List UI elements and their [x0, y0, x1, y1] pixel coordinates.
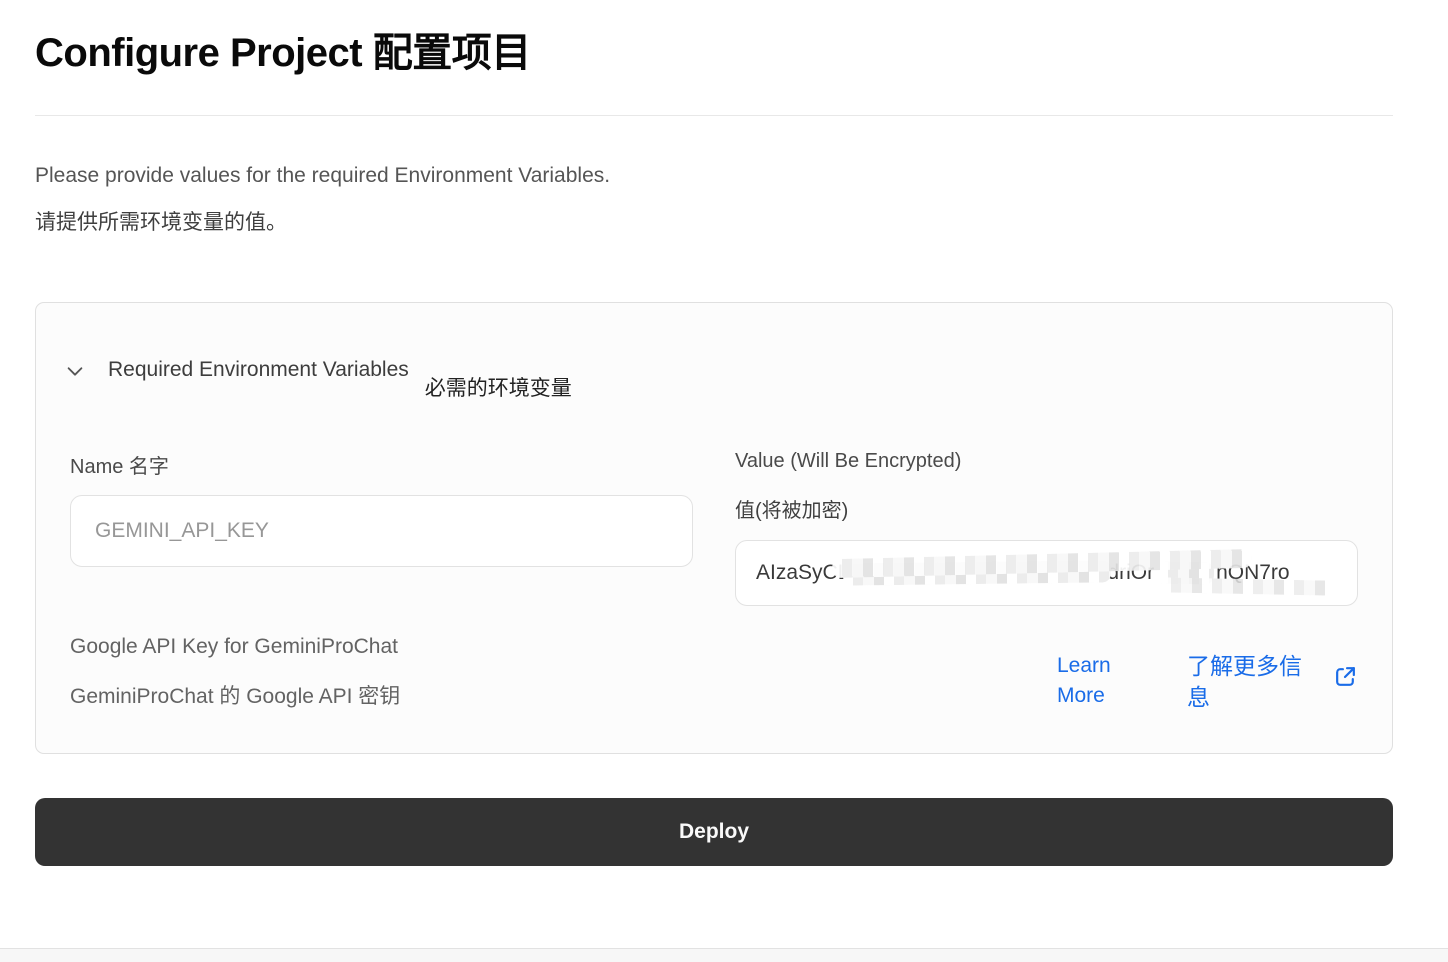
bottom-section-edge — [0, 948, 1448, 962]
learn-more-links: Learn More 了解更多信息 — [1057, 651, 1358, 713]
value-label-zh: 值(将被加密) — [735, 494, 1358, 523]
env-section-toggle[interactable]: Required Environment Variables 必需的环境变量 — [58, 358, 1370, 388]
name-column: Name 名字 — [70, 450, 693, 606]
env-section-title: Required Environment Variables — [108, 358, 409, 382]
configure-project-page: Configure Project 配置项目 Please provide va… — [0, 20, 1448, 866]
env-name-input[interactable] — [70, 495, 693, 567]
chevron-down-icon[interactable] — [64, 360, 86, 382]
field-description-zh: GeminiProChat 的 Google API 密钥 — [70, 685, 693, 708]
env-variables-card: Required Environment Variables 必需的环境变量 N… — [35, 302, 1393, 754]
value-column: Value (Will Be Encrypted) 值(将被加密) AIzaSy… — [735, 450, 1358, 606]
field-description: Google API Key for GeminiProChat GeminiP… — [70, 635, 693, 713]
external-link-icon[interactable] — [1333, 664, 1358, 689]
env-value-input[interactable]: AIzaSyCL_G driOr nQN7ro — [735, 540, 1358, 606]
intro-text-zh: 请提供所需环境变量的值。 — [35, 211, 1393, 234]
name-label: Name 名字 — [70, 450, 693, 479]
deploy-button[interactable]: Deploy — [35, 798, 1393, 866]
learn-more-link-zh[interactable]: 了解更多信息 — [1187, 651, 1313, 713]
field-description-en: Google API Key for GeminiProChat — [70, 635, 693, 658]
env-variable-row: Name 名字 Value (Will Be Encrypted) 值(将被加密… — [58, 450, 1370, 713]
redaction-smudge — [1161, 578, 1331, 596]
learn-more-link[interactable]: Learn More — [1057, 651, 1125, 711]
env-section-title-zh: 必需的环境变量 — [425, 372, 572, 402]
intro-text-en: Please provide values for the required E… — [35, 164, 1393, 187]
title-divider — [35, 115, 1393, 116]
page-title: Configure Project 配置项目 — [35, 20, 1393, 78]
value-label-en: Value (Will Be Encrypted) — [735, 450, 1358, 473]
